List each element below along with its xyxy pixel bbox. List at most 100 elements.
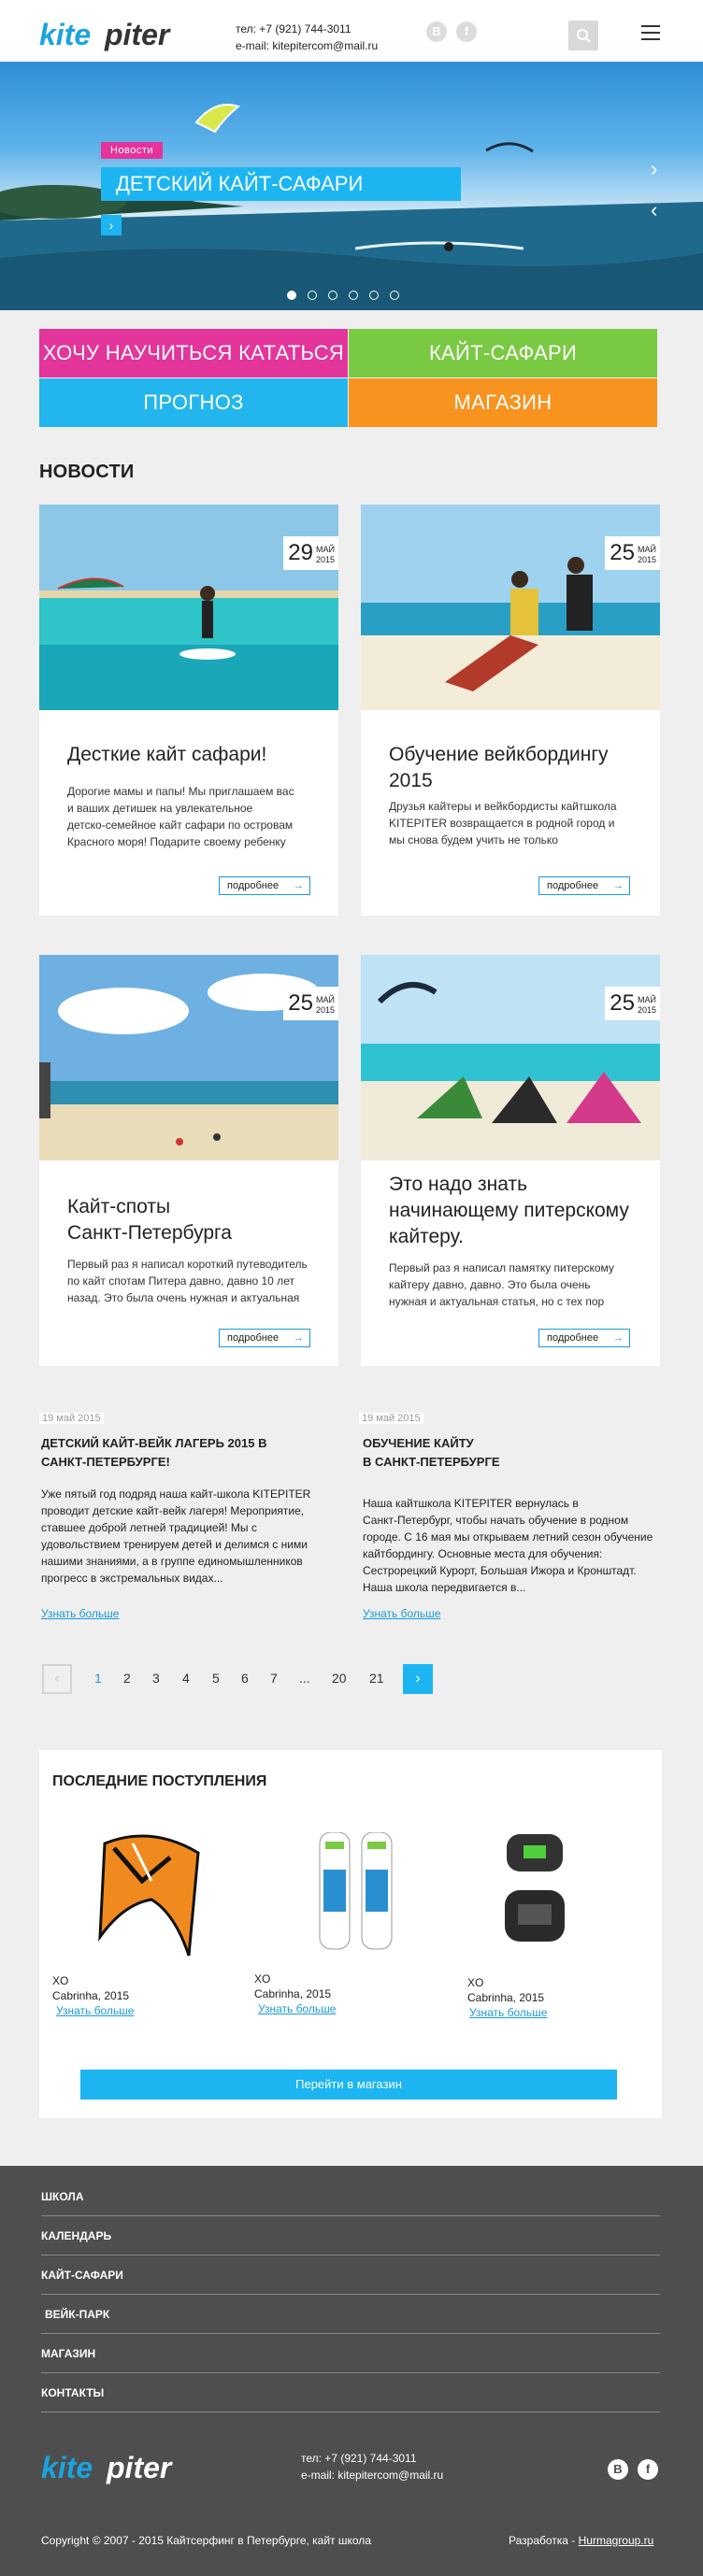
- news-title[interactable]: Это надо знать начинающему питерскому кайт…: [389, 1172, 629, 1250]
- news-date-month: МАЙ: [315, 995, 335, 1004]
- slide-dot[interactable]: [287, 291, 296, 300]
- page-link[interactable]: 2: [123, 1671, 131, 1686]
- page-link[interactable]: 20: [332, 1671, 347, 1686]
- product-brand: Cabrinha, 2015: [254, 1987, 332, 2000]
- footer-logo[interactable]: kite piter: [41, 2450, 194, 2485]
- news-image[interactable]: [361, 505, 660, 710]
- short-news-link[interactable]: Узнать больше: [41, 1607, 119, 1620]
- page-link[interactable]: 3: [152, 1671, 160, 1686]
- news-image[interactable]: [39, 505, 338, 710]
- tile-shop[interactable]: МАГАЗИН: [349, 378, 657, 427]
- svg-text:kite: kite: [39, 18, 91, 51]
- pagination-next-button[interactable]: ›: [403, 1664, 433, 1694]
- news-date: 25 МАЙ 2015: [283, 987, 338, 1020]
- news-title[interactable]: Обучение вейкбордингу 2015: [389, 742, 609, 794]
- news-excerpt: Друзья кайтеры и вейкбордисты кайтшкола K…: [389, 800, 617, 847]
- news-title[interactable]: Кайт-споты Санкт-Петербурга: [67, 1194, 232, 1246]
- news-more-button[interactable]: подробнее: [538, 1329, 630, 1347]
- hero-next-arrow-icon[interactable]: ›: [651, 157, 657, 181]
- kiteboard-product-image[interactable]: [310, 1832, 404, 1954]
- short-news-date: 19 май 2015: [359, 1413, 423, 1424]
- short-news-text: Уже пятый год подряд наша кайт-школа KIT…: [41, 1487, 311, 1585]
- product-name[interactable]: XO: [254, 1972, 270, 1985]
- news-title[interactable]: Десткие кайт сафари!: [67, 742, 266, 768]
- news-more-button[interactable]: подробнее: [538, 876, 630, 895]
- page-link[interactable]: 7: [270, 1671, 278, 1686]
- hero-tag[interactable]: Новости: [101, 142, 164, 159]
- pagination-prev-button[interactable]: ‹: [42, 1664, 72, 1694]
- slide-dot[interactable]: [369, 291, 379, 300]
- news-card[interactable]: 25 МАЙ 2015 Кайт-споты Санкт-Петербурга Пе…: [39, 955, 338, 1366]
- news-date-year: 2015: [315, 555, 335, 564]
- slide-dot[interactable]: [328, 291, 337, 300]
- product-link[interactable]: Узнать больше: [469, 2006, 547, 2019]
- page-link[interactable]: 4: [182, 1671, 190, 1686]
- footer-nav-kite-safari[interactable]: КАЙТ-САФАРИ: [41, 2256, 660, 2295]
- product-brand: Cabrinha, 2015: [467, 1991, 545, 2004]
- news-excerpt: Дорогие мамы и папы! Мы приглашаем вас и …: [67, 785, 294, 848]
- product-name[interactable]: XO: [467, 1976, 483, 1989]
- page-link[interactable]: 6: [241, 1671, 249, 1686]
- page-link[interactable]: 21: [369, 1671, 384, 1686]
- footer-nav-school[interactable]: ШКОЛА: [41, 2177, 660, 2216]
- footer-nav-shop[interactable]: МАГАЗИН: [41, 2334, 660, 2373]
- page-link[interactable]: 1: [94, 1671, 102, 1686]
- tile-learn[interactable]: ХОЧУ НАУЧИТЬСЯ КАТАТЬСЯ: [39, 329, 348, 377]
- footer-contacts: тел: +7 (921) 744-3011 e-mail: kitepiter…: [301, 2450, 443, 2483]
- hero-more-button[interactable]: ›: [101, 215, 122, 235]
- news-excerpt: Первый раз я написал короткий путеводите…: [67, 1258, 308, 1304]
- go-to-shop-button[interactable]: Перейти в магазин: [80, 2070, 617, 2099]
- kite-product-image[interactable]: [86, 1825, 208, 1965]
- product-link[interactable]: Узнать больше: [258, 2002, 336, 2015]
- news-more-button[interactable]: подробнее: [219, 1329, 310, 1347]
- news-more-button[interactable]: подробнее: [219, 876, 310, 895]
- news-date-month: МАЙ: [637, 545, 656, 554]
- news-card[interactable]: 25 МАЙ 2015 Это надо знать начинающему пит…: [361, 955, 660, 1366]
- footer-email[interactable]: e-mail: kitepitercom@mail.ru: [301, 2467, 443, 2483]
- footer-nav-contacts[interactable]: КОНТАКТЫ: [41, 2373, 660, 2412]
- svg-text:piter: piter: [106, 2451, 173, 2484]
- slide-dot[interactable]: [390, 291, 399, 300]
- developer-link[interactable]: Hurmagroup.ru: [579, 2534, 654, 2547]
- product-name[interactable]: XO: [52, 1974, 68, 1987]
- header-contacts: тел: +7 (921) 744-3011 e-mail: kitepiter…: [236, 21, 378, 54]
- short-news-title[interactable]: ОБУЧЕНИЕ КАЙТУ В САНКТ-ПЕТЕРБУРГЕ: [363, 1434, 500, 1472]
- product-link[interactable]: Узнать больше: [56, 2004, 134, 2017]
- news-image[interactable]: [361, 955, 660, 1160]
- tile-forecast[interactable]: ПРОГНОЗ: [39, 378, 348, 427]
- slide-dot[interactable]: [308, 291, 317, 300]
- hero-dots: [287, 288, 410, 300]
- facebook-icon[interactable]: f: [456, 21, 477, 42]
- news-date: 25 МАЙ 2015: [605, 987, 660, 1020]
- harness-product-image[interactable]: [497, 1834, 572, 1951]
- site-logo[interactable]: kite piter: [39, 17, 193, 52]
- short-news-title[interactable]: ДЕТСКИЙ КАЙТ-ВЕЙК ЛАГЕРЬ 2015 В САНКТ-ПЕТ…: [41, 1434, 266, 1472]
- news-card[interactable]: 25 МАЙ 2015 Обучение вейкбордингу 2015 Дру…: [361, 505, 660, 916]
- footer-nav-calendar[interactable]: КАЛЕНДАРЬ: [41, 2216, 660, 2256]
- news-date: 29 МАЙ 2015: [283, 536, 338, 570]
- facebook-icon[interactable]: f: [638, 2459, 658, 2480]
- short-news-link[interactable]: Узнать больше: [363, 1607, 440, 1620]
- footer-nav-wake-park[interactable]: ВЕЙК-ПАРК: [41, 2295, 660, 2334]
- tile-kite-safari[interactable]: КАЙТ-САФАРИ: [349, 329, 657, 377]
- copyright: Copyright © 2007 - 2015 Кайтсерфинг в Пе…: [41, 2534, 371, 2547]
- menu-button[interactable]: [641, 25, 660, 42]
- news-date-day: 29: [288, 540, 313, 565]
- hero-slider: Новости ДЕТСКИЙ КАЙТ-САФАРИ › › ‹: [0, 62, 703, 310]
- hero-title[interactable]: ДЕТСКИЙ КАЙТ-САФАРИ: [101, 167, 461, 201]
- news-date-day: 25: [288, 990, 313, 1016]
- search-button[interactable]: [568, 21, 598, 50]
- header-email[interactable]: e-mail: kitepitercom@mail.ru: [236, 37, 378, 54]
- hero-prev-arrow-icon[interactable]: ‹: [651, 198, 657, 222]
- vk-icon[interactable]: В: [608, 2459, 628, 2480]
- svg-text:kite: kite: [41, 2451, 93, 2484]
- news-image[interactable]: [39, 955, 338, 1160]
- header-phone[interactable]: тел: +7 (921) 744-3011: [236, 21, 378, 37]
- news-card[interactable]: 29 МАЙ 2015 Десткие кайт сафари! Дорогие …: [39, 505, 338, 916]
- page-link[interactable]: 5: [212, 1671, 220, 1686]
- short-news-text: Наша кайтшкола KITEPITER вернулась в Санк…: [363, 1497, 653, 1594]
- slide-dot[interactable]: [349, 291, 358, 300]
- vk-icon[interactable]: В: [426, 21, 447, 42]
- product-brand: Cabrinha, 2015: [52, 1989, 130, 2002]
- footer-phone[interactable]: тел: +7 (921) 744-3011: [301, 2450, 443, 2467]
